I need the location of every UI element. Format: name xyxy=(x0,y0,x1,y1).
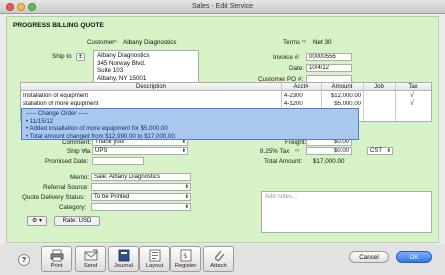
title-bar: Sales - Edit Service xyxy=(0,0,445,14)
quote-delivery-status-label: Quote Delivery Status: xyxy=(22,194,85,201)
row-amount: $12,000.00 xyxy=(330,93,361,99)
tax-check-icon[interactable]: √ xyxy=(410,100,414,107)
chevron-down-icon: ⬍ xyxy=(181,148,186,154)
row-description: Installation of equipment xyxy=(23,93,89,99)
ship-via-value: UPS xyxy=(95,148,108,154)
svg-text:$: $ xyxy=(183,252,187,260)
ship-via-arrow-icon[interactable]: ➪ xyxy=(83,147,88,154)
rate-button[interactable]: Rate: USD xyxy=(54,216,100,226)
address-line: Albany Diagnostics xyxy=(97,52,150,59)
tax-code-dropdown[interactable]: CST ⬍ xyxy=(367,147,393,155)
paperclip-icon xyxy=(215,250,225,261)
customer-value[interactable]: Albany Diagnostics xyxy=(123,39,177,46)
chevron-down-icon: ⬍ xyxy=(386,148,391,154)
tax-check-icon[interactable]: √ xyxy=(410,92,414,99)
customer-label: Customer xyxy=(87,39,115,46)
ship-to-stepper[interactable]: ± xyxy=(76,53,85,61)
journal-label: Journal xyxy=(113,263,133,269)
tax-arrow-icon[interactable]: ➪ xyxy=(295,147,300,154)
quote-delivery-status-dropdown[interactable]: To be Printed ⬍ xyxy=(91,193,191,201)
promised-date-label: Promised Date: xyxy=(45,158,89,165)
layout-label: Layout xyxy=(145,263,164,269)
comment-label: Comment: xyxy=(62,139,92,146)
help-button[interactable]: ? xyxy=(18,254,30,266)
memo-label: Memo: xyxy=(70,174,90,181)
column-amount[interactable]: Amount xyxy=(321,84,363,90)
address-line: 345 Norway Blvd. xyxy=(97,59,146,67)
ship-to-address[interactable]: Albany Diagnostics 345 Norway Blvd. Suit… xyxy=(93,50,199,86)
promised-date-field[interactable] xyxy=(92,157,144,165)
register-label: Register xyxy=(174,263,197,269)
category-dropdown[interactable]: ⬍ xyxy=(91,203,191,211)
total-amount-value: $17,000.00 xyxy=(313,158,345,165)
column-acct[interactable]: Acct# xyxy=(281,84,321,90)
form-heading: PROGRESS BILLING QUOTE xyxy=(13,22,104,29)
table-row[interactable]: Installation of equipment 4-2300 $12,000… xyxy=(21,92,431,100)
column-job[interactable]: Job xyxy=(363,84,395,90)
send-button[interactable]: Send xyxy=(75,246,106,272)
layout-icon xyxy=(149,249,161,262)
attach-button[interactable]: Attach xyxy=(203,246,234,272)
row-acct: 4-1200 xyxy=(284,101,303,107)
window-title: Sales - Edit Service xyxy=(191,3,254,10)
tax-label: 8.25% Tax xyxy=(260,148,290,155)
change-order-tooltip: ----- Change Order ----- • 11/15/12 • Ad… xyxy=(21,108,359,140)
print-button[interactable]: Print xyxy=(41,246,72,272)
chevron-down-icon: ⬍ xyxy=(184,194,189,200)
printer-icon xyxy=(50,249,64,262)
sales-window: Sales - Edit Service PROGRESS BILLING QU… xyxy=(0,0,445,275)
change-order-line: • 11/15/12 xyxy=(26,117,54,125)
register-button[interactable]: $ Register xyxy=(170,246,201,272)
table-row[interactable]: stallation of more equipment 4-1200 $5,0… xyxy=(21,100,431,108)
layout-button[interactable]: Layout xyxy=(139,246,170,272)
send-label: Send xyxy=(83,263,98,269)
register-icon: $ xyxy=(180,249,192,262)
freight-label: Freight: xyxy=(285,139,307,146)
address-line: Albany, NY 15001 xyxy=(97,74,147,82)
invoice-number-field[interactable]: 00000556 xyxy=(306,53,352,61)
row-acct: 4-2300 xyxy=(284,93,303,99)
terms-label: Terms xyxy=(283,39,301,46)
gear-menu-button[interactable]: ⚙ ▾ xyxy=(27,216,47,226)
ok-button[interactable]: OK xyxy=(396,251,432,263)
column-tax[interactable]: Tax xyxy=(395,84,431,90)
chevron-down-icon: ⬍ xyxy=(184,184,189,190)
change-order-title: ----- Change Order ----- xyxy=(26,110,89,117)
journal-button[interactable]: Journal xyxy=(108,246,139,272)
column-description[interactable]: Description xyxy=(21,84,281,90)
referral-source-label: Referral Source: xyxy=(43,184,89,191)
change-order-line: • Added installation of more equipment f… xyxy=(26,125,168,132)
table-header: Description Acct# Amount Job Tax xyxy=(21,83,431,91)
quote-delivery-status-value: To be Printed xyxy=(94,194,130,200)
notes-field[interactable]: Add notes... xyxy=(261,191,432,233)
total-amount-label: Total Amount: xyxy=(264,158,303,165)
terms-arrow-icon[interactable]: ➪ xyxy=(302,38,307,45)
tax-field[interactable]: $0.00 xyxy=(306,147,352,155)
print-label: Print xyxy=(50,263,63,269)
date-label: Date: xyxy=(289,65,305,72)
journal-icon xyxy=(118,249,130,262)
category-label: Category: xyxy=(59,204,87,211)
change-order-line: • Total amount changed from $12,990.00 t… xyxy=(26,132,177,140)
date-field[interactable]: 10/4/12 xyxy=(306,64,352,72)
row-description: stallation of more equipment xyxy=(23,101,99,107)
gear-icon: ⚙ ▾ xyxy=(31,218,43,224)
memo-field[interactable]: Sale; Albany Diagnostics xyxy=(91,173,191,181)
referral-source-dropdown[interactable]: ⬍ xyxy=(91,183,191,191)
invoice-label: Invoice #: xyxy=(273,54,300,61)
ship-to-label: Ship to xyxy=(52,53,72,60)
terms-value[interactable]: Net 30 xyxy=(313,39,332,46)
cancel-button[interactable]: Cancel xyxy=(349,251,389,263)
tax-code-value: CST xyxy=(370,148,382,154)
chevron-down-icon: ⬍ xyxy=(181,139,186,145)
ship-via-dropdown[interactable]: UPS ⬍ xyxy=(92,147,188,155)
attach-label: Attach xyxy=(210,263,227,269)
chevron-down-icon: ⬍ xyxy=(184,204,189,210)
address-line: Suite 103 xyxy=(97,67,124,74)
customer-arrow-icon[interactable]: ➪ xyxy=(113,38,118,45)
envelope-icon xyxy=(84,249,98,261)
row-amount: $5,000.00 xyxy=(334,101,361,107)
